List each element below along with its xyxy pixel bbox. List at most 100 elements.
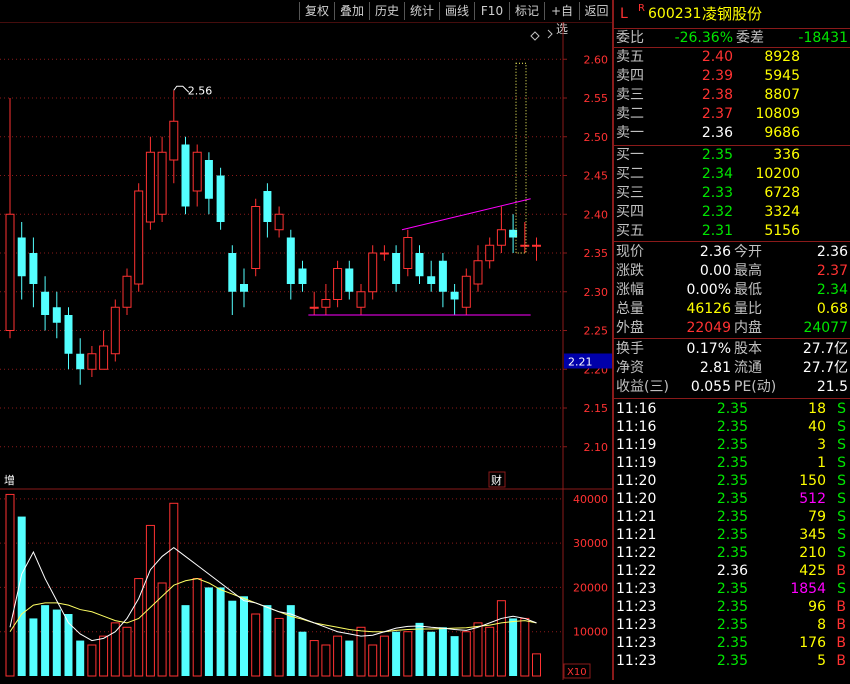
f10-button[interactable]: F10 bbox=[474, 2, 509, 20]
tick-volume: 210 bbox=[799, 545, 826, 561]
candle-body-up bbox=[379, 252, 389, 255]
finance-label: 换手 bbox=[616, 341, 644, 357]
tick-volume: 1 bbox=[817, 455, 826, 471]
bid-row[interactable]: 买一 2.35 336 bbox=[614, 146, 850, 164]
volume-bar-up bbox=[473, 622, 483, 677]
volume-bar-up bbox=[496, 600, 506, 677]
stat-label: 最高 bbox=[734, 263, 762, 279]
ask-row[interactable]: 卖三 2.38 8807 bbox=[614, 86, 850, 104]
draw-line-button[interactable]: 画线 bbox=[439, 2, 474, 20]
bid-row[interactable]: 买二 2.34 10200 bbox=[614, 165, 850, 183]
stat-value: 0.00 bbox=[699, 263, 731, 279]
tick-row[interactable]: 11:19 2.35 1 S bbox=[614, 454, 850, 472]
volume-bar-up bbox=[379, 635, 389, 677]
history-button[interactable]: 历史 bbox=[369, 2, 404, 20]
add-favorite-button[interactable]: +自选 bbox=[544, 2, 579, 36]
tick-price: 2.35 bbox=[716, 581, 748, 597]
ask-row[interactable]: 卖五 2.40 8928 bbox=[614, 48, 850, 66]
statistics-button[interactable]: 统计 bbox=[404, 2, 439, 20]
chevron-right-icon bbox=[547, 29, 553, 39]
stat-value: 0.00% bbox=[686, 282, 731, 298]
candle-body-down bbox=[298, 268, 307, 284]
tick-row[interactable]: 11:20 2.35 512 S bbox=[614, 490, 850, 508]
bid-label: 买三 bbox=[616, 185, 644, 201]
volume-bar-up bbox=[169, 502, 179, 677]
candle-body-down bbox=[29, 253, 38, 284]
tick-time: 11:16 bbox=[616, 401, 657, 417]
finance-value: 0.17% bbox=[686, 341, 731, 357]
volume-bar-up bbox=[356, 626, 366, 677]
finance-value: 27.7亿 bbox=[802, 341, 848, 357]
restore-rights-button[interactable]: 复权 bbox=[299, 2, 334, 20]
ask-row[interactable]: 卖二 2.37 10809 bbox=[614, 105, 850, 123]
stat-label: 内盘 bbox=[734, 320, 762, 336]
volume-bar-down bbox=[392, 631, 401, 676]
tick-row[interactable]: 11:23 2.35 1854 S bbox=[614, 580, 850, 598]
tick-price: 2.35 bbox=[716, 419, 748, 435]
tick-volume: 8 bbox=[817, 617, 826, 633]
bid-row[interactable]: 买五 2.31 5156 bbox=[614, 222, 850, 240]
tick-time: 11:22 bbox=[616, 563, 657, 579]
stat-row: 涨幅 0.00% 最低 2.34 bbox=[614, 281, 850, 299]
bid-row[interactable]: 买四 2.32 3324 bbox=[614, 203, 850, 221]
candle-body-up bbox=[251, 206, 261, 269]
stat-value: 0.68 bbox=[816, 301, 848, 317]
order-ratio-value: -26.36% bbox=[674, 30, 733, 46]
candle-body-up bbox=[473, 260, 483, 285]
back-button[interactable]: 返回 bbox=[579, 2, 613, 20]
tick-side: B bbox=[836, 599, 846, 615]
volume-ma-short bbox=[9, 546, 537, 642]
tick-row[interactable]: 11:23 2.35 96 B bbox=[614, 598, 850, 616]
ask-row[interactable]: 卖一 2.36 9686 bbox=[614, 124, 850, 142]
stat-label: 最低 bbox=[734, 282, 762, 298]
finance-value: 2.81 bbox=[699, 360, 731, 376]
tick-price: 2.36 bbox=[716, 563, 748, 579]
tick-row[interactable]: 11:23 2.35 5 B bbox=[614, 652, 850, 670]
ask-price: 2.40 bbox=[701, 49, 733, 65]
tick-row[interactable]: 11:23 2.35 176 B bbox=[614, 634, 850, 652]
tick-row[interactable]: 11:21 2.35 79 S bbox=[614, 508, 850, 526]
overlay-button[interactable]: 叠加 bbox=[334, 2, 369, 20]
price-tick-label: 2.50 bbox=[584, 131, 609, 144]
bid-label: 买四 bbox=[616, 204, 644, 220]
tick-row[interactable]: 11:22 2.36 425 B bbox=[614, 562, 850, 580]
stat-row: 涨跌 0.00 最高 2.37 bbox=[614, 262, 850, 280]
tick-price: 2.35 bbox=[716, 491, 748, 507]
stat-row: 现价 2.36 今开 2.36 bbox=[614, 243, 850, 261]
volume-tick-label: 40000 bbox=[573, 493, 608, 506]
tick-row[interactable]: 11:20 2.35 150 S bbox=[614, 472, 850, 490]
volume-bar-up bbox=[110, 622, 120, 677]
volume-bar-down bbox=[240, 596, 248, 676]
volume-bar-up bbox=[192, 578, 202, 677]
tick-row[interactable]: 11:23 2.35 8 B bbox=[614, 616, 850, 634]
bid-price: 2.35 bbox=[701, 147, 733, 163]
tick-row[interactable]: 11:16 2.35 18 S bbox=[614, 400, 850, 418]
stat-value: 2.36 bbox=[816, 244, 848, 260]
candle-body-up bbox=[169, 120, 179, 161]
tick-side: S bbox=[837, 437, 846, 453]
candle-body-up bbox=[485, 244, 495, 262]
tick-side: S bbox=[837, 491, 846, 507]
tick-price: 2.35 bbox=[716, 653, 748, 669]
volume-bar-up bbox=[251, 613, 261, 677]
bid-label: 买二 bbox=[616, 166, 644, 182]
volume-bar-down bbox=[17, 516, 26, 676]
stat-row: 外盘 22049 内盘 24077 bbox=[614, 319, 850, 337]
tick-row[interactable]: 11:16 2.35 40 S bbox=[614, 418, 850, 436]
ask-row[interactable]: 卖四 2.39 5945 bbox=[614, 67, 850, 85]
stat-label: 总量 bbox=[616, 301, 644, 317]
candle-body-down bbox=[286, 237, 295, 284]
tick-row[interactable]: 11:19 2.35 3 S bbox=[614, 436, 850, 454]
tick-row[interactable]: 11:21 2.35 345 S bbox=[614, 526, 850, 544]
bid-row[interactable]: 买三 2.33 6728 bbox=[614, 184, 850, 202]
candle-body-down bbox=[450, 291, 459, 300]
volume-unit-label: X10 bbox=[567, 667, 587, 678]
volume-bar-up bbox=[134, 578, 144, 677]
quote-header: L R 600231 凌钢股份 bbox=[614, 3, 850, 24]
kline-chart[interactable]: 2.60 2.55 2.50 2.45 2.40 2.35 2.30 2.25 2.20 2.15… bbox=[0, 21, 612, 680]
resistance-trendline bbox=[401, 198, 531, 231]
volume-bar-down bbox=[204, 587, 213, 676]
tick-row[interactable]: 11:22 2.35 210 S bbox=[614, 544, 850, 562]
candle-body-down bbox=[64, 315, 73, 354]
mark-button[interactable]: 标记 bbox=[509, 2, 544, 20]
